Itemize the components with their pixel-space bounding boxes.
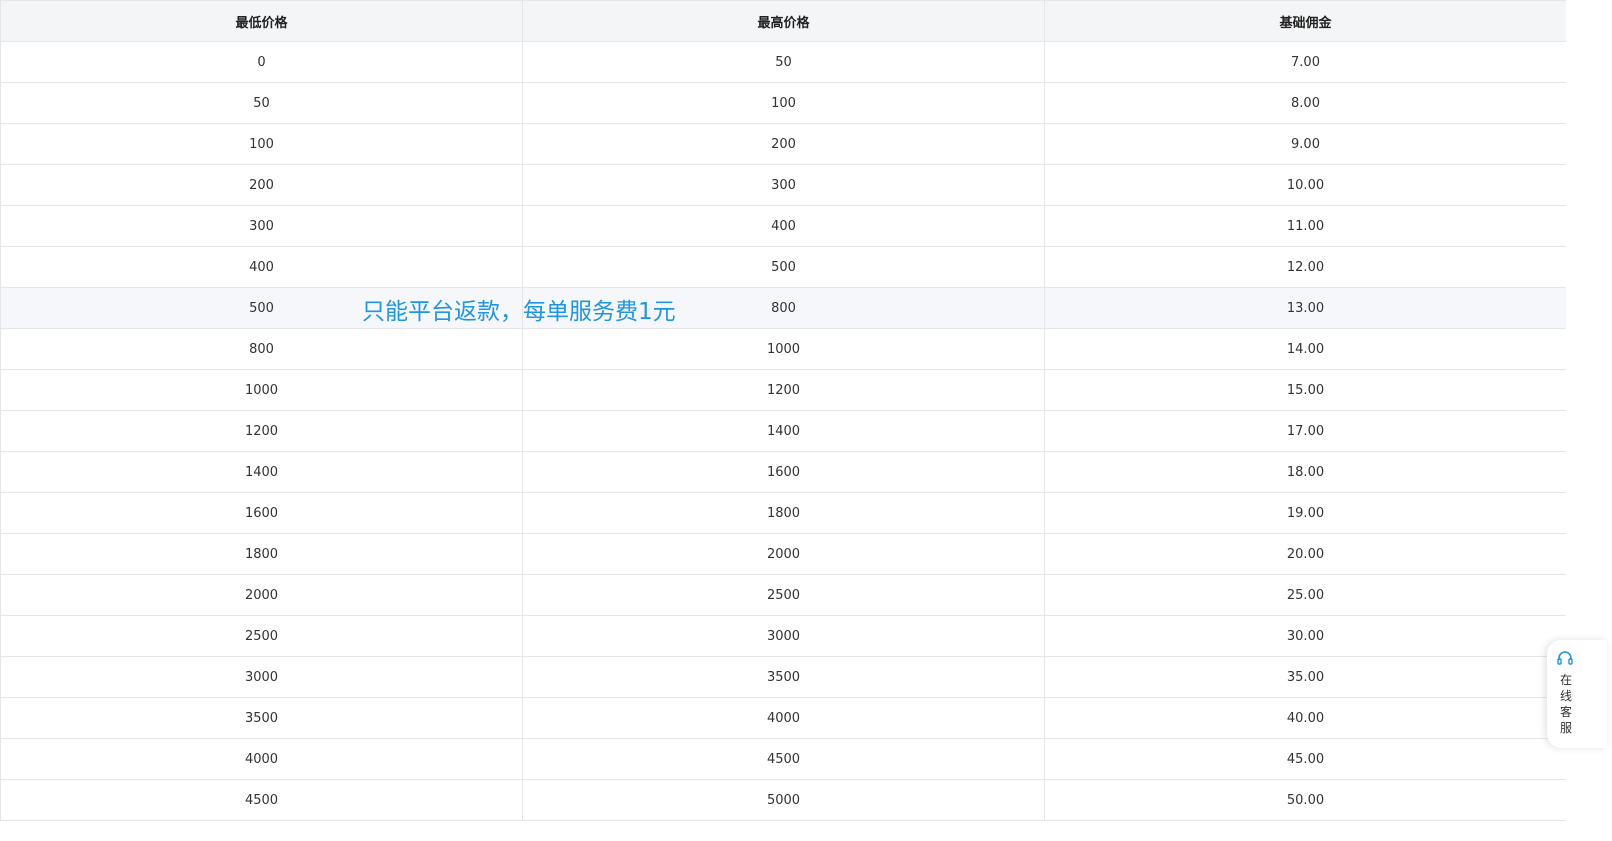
cell-min-price: 100: [0, 123, 523, 165]
table-row: 200 300 10.00: [0, 164, 1566, 206]
cell-base-commission: 13.00: [1044, 287, 1566, 329]
cell-base-commission: 7.00: [1044, 41, 1566, 83]
table-row: 2500 3000 30.00: [0, 615, 1566, 657]
cell-min-price: 3000: [0, 656, 523, 698]
header-base-commission: 基础佣金: [1044, 0, 1566, 42]
table-row: 300 400 11.00: [0, 205, 1566, 247]
cell-base-commission: 35.00: [1044, 656, 1566, 698]
cell-base-commission: 14.00: [1044, 328, 1566, 370]
refund-service-fee-note: 只能平台返款，每单服务费1元: [362, 299, 676, 325]
cell-max-price: 1200: [522, 369, 1045, 411]
cell-min-price: 2500: [0, 615, 523, 657]
table-row: 500 800 13.00: [0, 287, 1566, 329]
cell-max-price: 1600: [522, 451, 1045, 493]
table-row: 1600 1800 19.00: [0, 492, 1566, 534]
cell-base-commission: 30.00: [1044, 615, 1566, 657]
table-row: 1400 1600 18.00: [0, 451, 1566, 493]
cell-base-commission: 45.00: [1044, 738, 1566, 780]
commission-table-container: 最低价格 最高价格 基础佣金 0 50 7.00 50 100 8.00 100 200 9.0…: [0, 0, 1566, 841]
headset-icon: [1557, 651, 1573, 665]
table-row: 1800 2000 20.00: [0, 533, 1566, 575]
cell-min-price: 400: [0, 246, 523, 288]
cell-max-price: 4500: [522, 738, 1045, 780]
cell-min-price: 800: [0, 328, 523, 370]
cell-max-price: 1000: [522, 328, 1045, 370]
commission-table: 最低价格 最高价格 基础佣金 0 50 7.00 50 100 8.00 100 200 9.0…: [0, 0, 1566, 821]
table-row: 2000 2500 25.00: [0, 574, 1566, 616]
cell-base-commission: 11.00: [1044, 205, 1566, 247]
table-row: 4500 5000 50.00: [0, 779, 1566, 821]
cell-base-commission: 17.00: [1044, 410, 1566, 452]
table-row: 3000 3500 35.00: [0, 656, 1566, 698]
table-row: 4000 4500 45.00: [0, 738, 1566, 780]
cell-min-price: 4000: [0, 738, 523, 780]
cell-min-price: 300: [0, 205, 523, 247]
cell-min-price: 1200: [0, 410, 523, 452]
cell-min-price: 0: [0, 41, 523, 83]
customer-service-widget[interactable]: 在线客服: [1547, 640, 1607, 748]
cell-min-price: 3500: [0, 697, 523, 739]
cell-max-price: 200: [522, 123, 1045, 165]
cell-max-price: 3500: [522, 656, 1045, 698]
cell-max-price: 1800: [522, 492, 1045, 534]
table-row: 100 200 9.00: [0, 123, 1566, 165]
cell-max-price: 2000: [522, 533, 1045, 575]
cell-base-commission: 12.00: [1044, 246, 1566, 288]
cell-base-commission: 50.00: [1044, 779, 1566, 821]
cell-min-price: 1800: [0, 533, 523, 575]
cell-min-price: 200: [0, 164, 523, 206]
cell-base-commission: 40.00: [1044, 697, 1566, 739]
cell-base-commission: 20.00: [1044, 533, 1566, 575]
cell-max-price: 400: [522, 205, 1045, 247]
cell-max-price: 300: [522, 164, 1045, 206]
table-row: 400 500 12.00: [0, 246, 1566, 288]
page: 最低价格 最高价格 基础佣金 0 50 7.00 50 100 8.00 100 200 9.0…: [0, 0, 1612, 841]
table-body: 0 50 7.00 50 100 8.00 100 200 9.00 200 300 10.00 300…: [0, 41, 1566, 821]
cell-max-price: 50: [522, 41, 1045, 83]
cell-max-price: 1400: [522, 410, 1045, 452]
customer-service-label: 在线客服: [1560, 673, 1573, 735]
table-row: 0 50 7.00: [0, 41, 1566, 83]
cell-max-price: 5000: [522, 779, 1045, 821]
cell-min-price: 2000: [0, 574, 523, 616]
header-min-price: 最低价格: [0, 0, 523, 42]
table-row: 3500 4000 40.00: [0, 697, 1566, 739]
table-row: 800 1000 14.00: [0, 328, 1566, 370]
cell-max-price: 4000: [522, 697, 1045, 739]
cell-base-commission: 15.00: [1044, 369, 1566, 411]
cell-min-price: 1400: [0, 451, 523, 493]
cell-min-price: 1600: [0, 492, 523, 534]
cell-base-commission: 9.00: [1044, 123, 1566, 165]
cell-min-price: 1000: [0, 369, 523, 411]
cell-max-price: 100: [522, 82, 1045, 124]
cell-base-commission: 8.00: [1044, 82, 1566, 124]
table-row: 1200 1400 17.00: [0, 410, 1566, 452]
cell-max-price: 3000: [522, 615, 1045, 657]
cell-base-commission: 10.00: [1044, 164, 1566, 206]
cell-base-commission: 19.00: [1044, 492, 1566, 534]
cell-min-price: 4500: [0, 779, 523, 821]
cell-base-commission: 25.00: [1044, 574, 1566, 616]
cell-max-price: 500: [522, 246, 1045, 288]
cell-min-price: 50: [0, 82, 523, 124]
cell-base-commission: 18.00: [1044, 451, 1566, 493]
cell-max-price: 2500: [522, 574, 1045, 616]
table-header-row: 最低价格 最高价格 基础佣金: [0, 0, 1566, 42]
table-row: 1000 1200 15.00: [0, 369, 1566, 411]
table-row: 50 100 8.00: [0, 82, 1566, 124]
header-max-price: 最高价格: [522, 0, 1045, 42]
